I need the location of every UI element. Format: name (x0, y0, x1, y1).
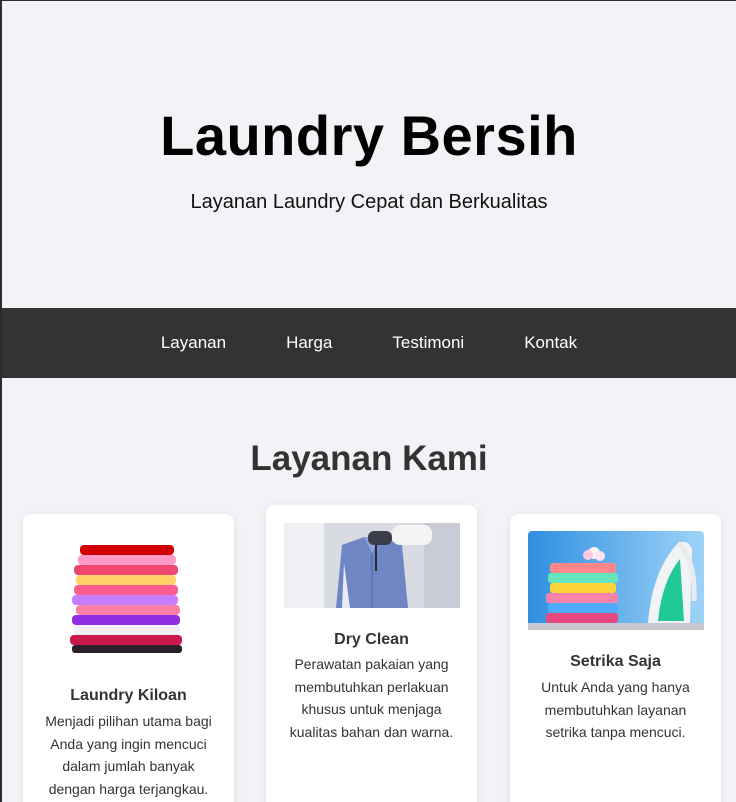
folded-clothes-stack-icon (62, 539, 192, 659)
service-card-dry-clean: Dry Clean Perawatan pakaian yang membutu… (266, 505, 477, 802)
section-title: Layanan Kami (250, 439, 488, 478)
card-description: Perawatan pakaian yang membutuhkan perla… (289, 656, 454, 740)
hero-header: Laundry Bersih Layanan Laundry Cepat dan… (2, 1, 736, 308)
nav-link-harga[interactable]: Harga (256, 333, 362, 353)
nav-link-testimoni[interactable]: Testimoni (362, 333, 494, 353)
main-nav: Layanan Harga Testimoni Kontak (2, 308, 736, 378)
card-title: Laundry Kiloan (70, 687, 187, 704)
card-description: Menjadi pilihan utama bagi Anda yang ing… (45, 713, 212, 797)
nav-link-layanan[interactable]: Layanan (131, 333, 256, 353)
card-title: Dry Clean (334, 631, 409, 648)
steamer-shirt-icon (284, 523, 460, 608)
site-subtitle: Layanan Laundry Cepat dan Berkualitas (190, 191, 548, 213)
card-title: Setrika Saja (570, 653, 661, 670)
iron-clothes-icon (528, 531, 704, 630)
card-description: Untuk Anda yang hanya membutuhkan layana… (541, 679, 690, 740)
nav-link-kontak[interactable]: Kontak (494, 333, 607, 353)
page-frame: Laundry Bersih Layanan Laundry Cepat dan… (0, 0, 736, 802)
site-title: Laundry Bersih (160, 104, 578, 167)
service-card-laundry-kiloan: Laundry Kiloan Menjadi pilihan utama bag… (23, 514, 234, 802)
service-card-setrika-saja: Setrika Saja Untuk Anda yang hanya membu… (510, 514, 721, 802)
